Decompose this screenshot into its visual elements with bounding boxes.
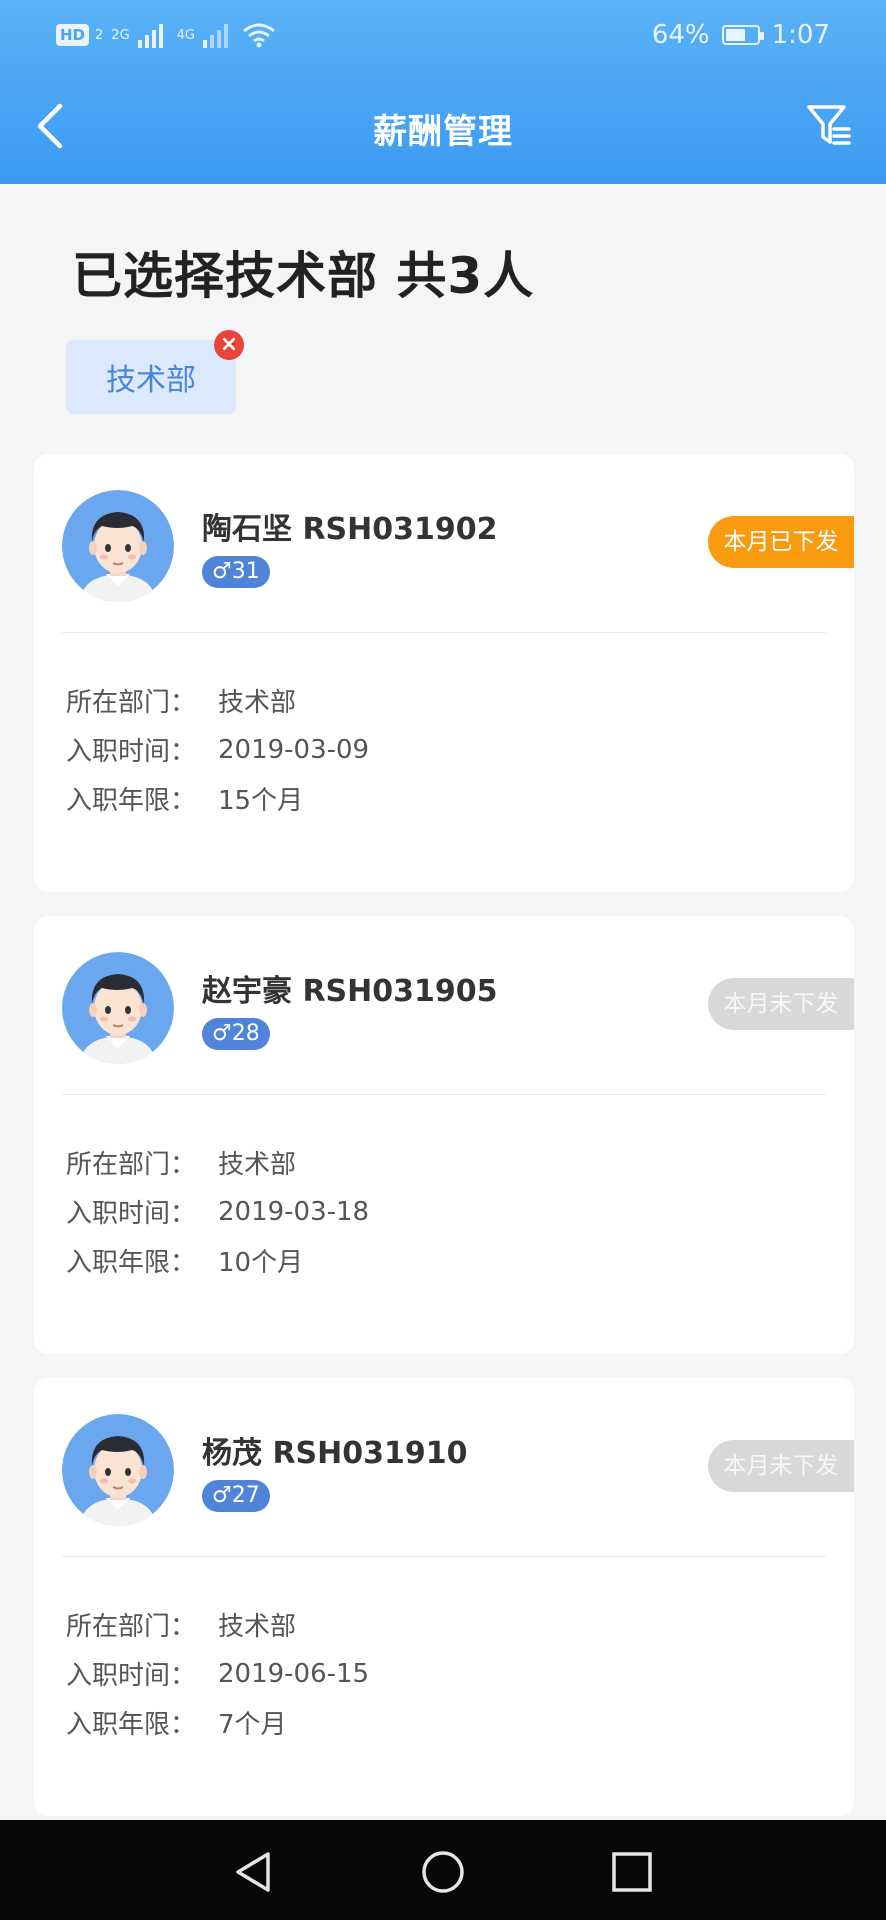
status-bar-left: HD 2 2G 4G	[56, 22, 276, 48]
avatar	[62, 490, 174, 602]
system-recents-icon[interactable]	[610, 1850, 654, 1894]
employee-card[interactable]: 赵宇豪 RSH031905 ♂28 本月未下发 所在部门： 技术部 入职时间： …	[34, 916, 854, 1354]
hire-date-label: 入职时间：	[66, 737, 197, 767]
department-value: 技术部	[218, 688, 297, 718]
hire-date-value: 2019-03-09	[218, 734, 370, 765]
page-title: 薪酬管理	[373, 112, 513, 152]
department-filter-chip[interactable]: 技术部	[66, 340, 236, 414]
tenure-value: 7个月	[218, 1710, 287, 1740]
gender-age-badge: ♂27	[202, 1480, 270, 1512]
salary-status-tag: 本月已下发	[708, 516, 854, 568]
chip-remove-icon[interactable]: ×	[214, 330, 244, 360]
status-bar: HD 2 2G 4G 64% 1:07	[0, 0, 886, 76]
hire-date-value: 2019-03-18	[218, 1196, 370, 1227]
tenure-label: 入职年限：	[66, 1248, 197, 1278]
system-home-icon[interactable]	[421, 1850, 465, 1894]
tenure-row: 入职年限： 10个月	[66, 1236, 369, 1285]
salary-status-tag: 本月未下发	[708, 1440, 854, 1492]
hire-date-row: 入职时间： 2019-03-18	[66, 1187, 369, 1236]
selection-summary: 已选择技术部 共3人	[72, 247, 535, 305]
signal-icon-2	[203, 22, 229, 48]
tenure-value: 10个月	[218, 1248, 304, 1278]
department-value: 技术部	[218, 1612, 297, 1642]
employee-name: 赵宇豪 RSH031905	[202, 974, 498, 1009]
department-label: 所在部门：	[66, 1150, 197, 1180]
hire-date-label: 入职时间：	[66, 1199, 197, 1229]
employee-card[interactable]: 陶石坚 RSH031902 ♂31 本月已下发 所在部门： 技术部 入职时间： …	[34, 454, 854, 892]
chip-label: 技术部	[106, 363, 196, 398]
employee-info: 所在部门： 技术部 入职时间： 2019-06-15 入职年限： 7个月	[66, 1600, 369, 1747]
card-divider	[62, 632, 826, 633]
hd-icon: HD	[56, 24, 90, 46]
filter-icon[interactable]	[806, 102, 852, 148]
department-row: 所在部门： 技术部	[66, 1600, 369, 1649]
employee-card[interactable]: 杨茂 RSH031910 ♂27 本月未下发 所在部门： 技术部 入职时间： 2…	[34, 1378, 854, 1816]
tenure-label: 入职年限：	[66, 1710, 197, 1740]
hire-date-row: 入职时间： 2019-03-09	[66, 725, 369, 774]
department-label: 所在部门：	[66, 1612, 197, 1642]
wifi-icon	[243, 23, 275, 48]
avatar	[62, 1414, 174, 1526]
system-navigation-bar	[0, 1820, 886, 1920]
status-bar-right: 64% 1:07	[652, 20, 830, 50]
employee-info: 所在部门： 技术部 入职时间： 2019-03-09 入职年限： 15个月	[66, 676, 369, 823]
avatar	[62, 952, 174, 1064]
clock: 1:07	[771, 20, 830, 50]
app-header: HD 2 2G 4G 64% 1:07 薪酬管理	[0, 0, 886, 184]
department-row: 所在部门： 技术部	[66, 1138, 369, 1187]
salary-status-tag: 本月未下发	[708, 978, 854, 1030]
tenure-row: 入职年限： 7个月	[66, 1698, 369, 1747]
department-label: 所在部门：	[66, 688, 197, 718]
hire-date-label: 入职时间：	[66, 1661, 197, 1691]
card-divider	[62, 1094, 826, 1095]
network-2g-label: 2G	[111, 27, 130, 43]
network-4g-label: 4G	[176, 27, 196, 43]
battery-percent: 64%	[651, 20, 710, 50]
tenure-row: 入职年限： 15个月	[66, 774, 369, 823]
card-divider	[62, 1556, 826, 1557]
employee-name: 杨茂 RSH031910	[202, 1436, 468, 1471]
system-back-icon[interactable]	[232, 1850, 276, 1894]
gender-age-badge: ♂28	[202, 1018, 270, 1050]
signal-icon	[137, 22, 163, 48]
battery-fill	[725, 29, 745, 41]
gender-age-badge: ♂31	[202, 556, 270, 588]
battery-icon	[721, 25, 764, 45]
tenure-label: 入职年限：	[66, 786, 197, 816]
employee-name: 陶石坚 RSH031902	[202, 512, 498, 547]
employee-info: 所在部门： 技术部 入职时间： 2019-03-18 入职年限： 10个月	[66, 1138, 369, 1285]
sim-label: 2	[95, 27, 104, 43]
department-value: 技术部	[218, 1150, 297, 1180]
hire-date-value: 2019-06-15	[218, 1658, 370, 1689]
department-row: 所在部门： 技术部	[66, 676, 369, 725]
tenure-value: 15个月	[218, 786, 304, 816]
hire-date-row: 入职时间： 2019-06-15	[66, 1649, 369, 1698]
